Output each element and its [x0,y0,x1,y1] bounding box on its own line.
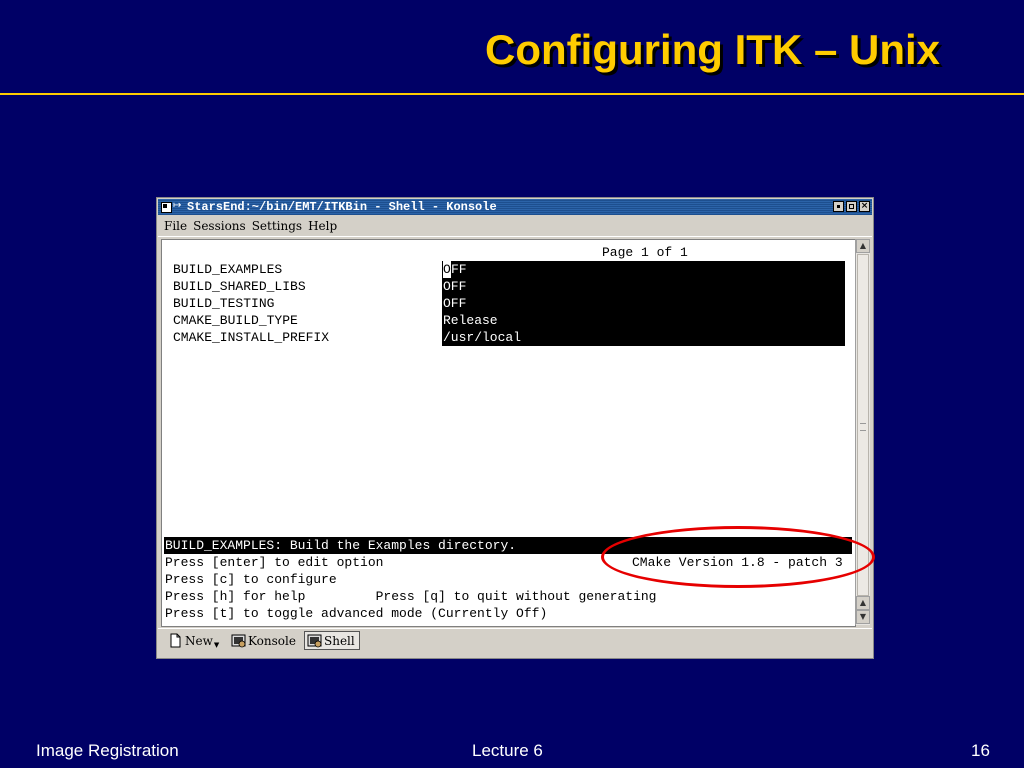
option-name: BUILD_SHARED_LIBS [173,279,306,294]
menu-settings[interactable]: Settings [249,216,305,236]
scroll-up-icon[interactable]: ▲ [856,596,870,610]
option-value[interactable]: OFF [443,278,466,295]
dropdown-arrow-icon: ▼ [213,641,220,649]
instruction-line: Press [c] to configure [165,572,337,587]
option-value[interactable]: Release [443,312,498,329]
sticky-arrow-icon[interactable]: ↦ [173,199,181,213]
footer-course: Image Registration [36,741,179,760]
tab-shell[interactable]: Shell [304,631,360,650]
maximize-icon[interactable] [846,201,857,212]
option-value[interactable]: /usr/local [443,329,521,346]
help-line: BUILD_EXAMPLES: Build the Examples direc… [165,538,517,553]
new-session-label: New [185,633,213,648]
terminal-icon [307,634,322,648]
scroll-up-icon[interactable]: ▲ [856,239,870,253]
menubar: File Sessions Settings Help [158,216,872,237]
title-rule [0,93,1024,95]
window-title: StarsEnd:~/bin/EMT/ITKBin - Shell - Kons… [187,200,497,214]
minimize-icon[interactable] [833,201,844,212]
version-highlight-circle [601,526,875,588]
scroll-down-icon[interactable]: ▼ [856,610,870,624]
option-name: CMAKE_BUILD_TYPE [173,313,298,328]
terminal-icon [231,634,246,648]
text-cursor: O [443,261,451,278]
page-indicator: Page 1 of 1 [602,245,688,260]
footer-page-number: 16 [971,741,990,760]
new-session-button[interactable]: New ▼ [166,631,223,650]
grip-icon [860,423,866,431]
close-icon[interactable]: × [859,201,870,212]
option-name: CMAKE_INSTALL_PREFIX [173,330,330,345]
option-value[interactable]: FF [451,261,467,278]
footer-lecture: Lecture 6 [472,741,543,760]
option-value[interactable]: OFF [443,295,466,312]
menu-help[interactable]: Help [305,216,340,236]
menu-file[interactable]: File [158,216,190,236]
option-name: BUILD_TESTING [173,296,275,311]
option-name: BUILD_EXAMPLES [173,262,283,277]
tab-label: Konsole [248,633,296,648]
window-titlebar[interactable]: ↦ StarsEnd:~/bin/EMT/ITKBin - Shell - Ko… [158,199,872,215]
instruction-line: Press [enter] to edit option [165,555,384,570]
tab-konsole[interactable]: Konsole [229,631,300,650]
instruction-line: Press [t] to toggle advanced mode (Curre… [165,606,548,621]
session-tabbar: New ▼ Konsole Shell [158,628,872,653]
konsole-window: ↦ StarsEnd:~/bin/EMT/ITKBin - Shell - Ko… [156,197,874,659]
slide-title: Configuring ITK – Unix [485,26,940,73]
tab-label: Shell [324,633,355,648]
instruction-line: Press [h] for help Press [q] to quit wit… [165,589,657,604]
new-document-icon [170,633,181,648]
menu-sessions[interactable]: Sessions [190,216,249,236]
window-menu-icon[interactable] [161,202,172,213]
